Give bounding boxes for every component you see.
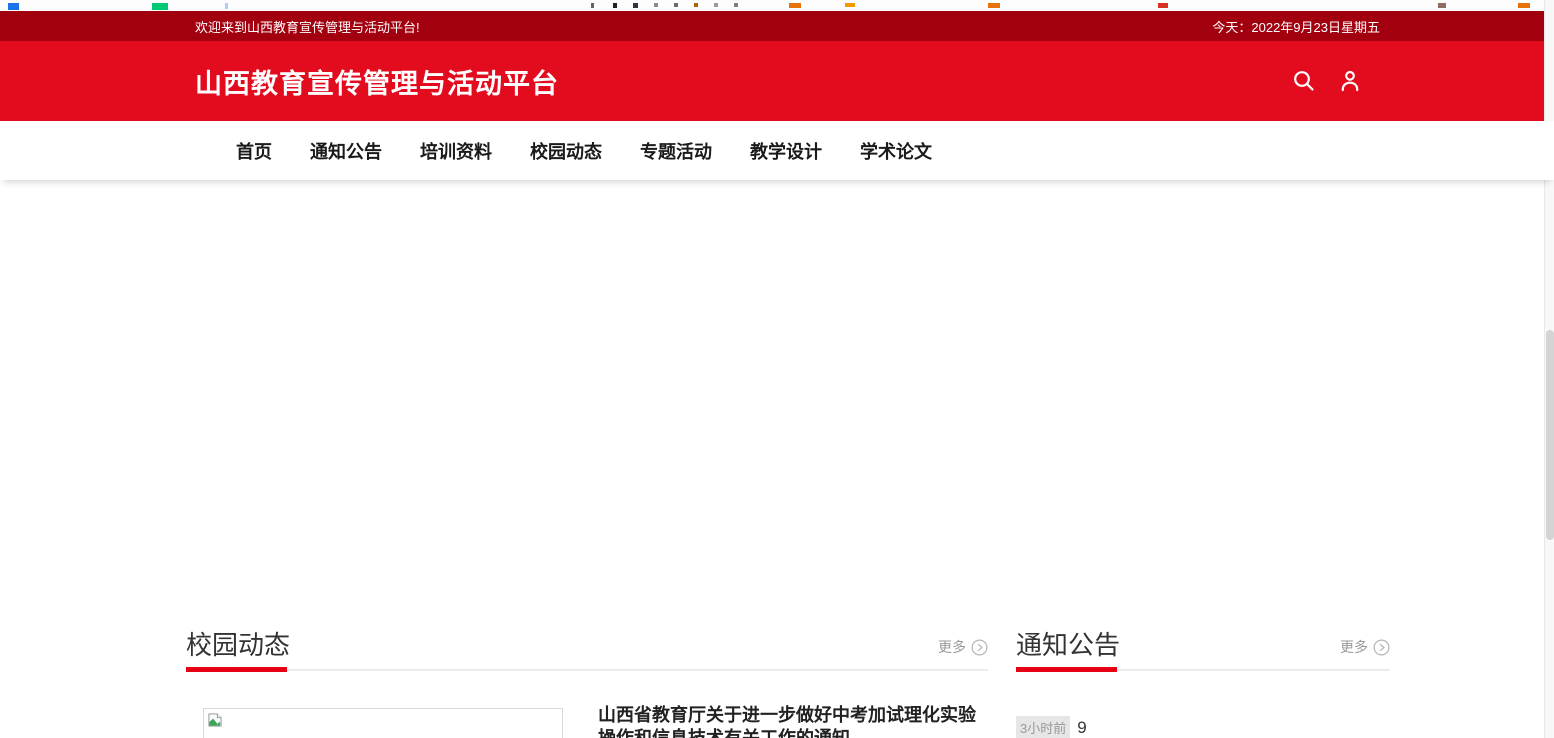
favicon-fragment [8,3,19,10]
site-header: 山西教育宣传管理与活动平台 [0,41,1554,121]
broken-image-icon [208,713,222,727]
favicon-fragment [674,3,678,7]
notices-section: 通知公告 更多 3小时前 9 [1016,628,1390,738]
favicon-fragment [734,3,738,7]
favicon-fragment [845,3,855,7]
site-title[interactable]: 山西教育宣传管理与活动平台 [195,62,559,101]
favicon-fragment [1518,3,1530,8]
nav-item-activities[interactable]: 专题活动 [640,138,712,164]
notice-text[interactable]: 9 [1077,718,1086,738]
date-text: 今天：2022年9月23日星期五 [1212,19,1380,35]
favicon-fragment [225,3,228,9]
campus-section-header: 校园动态 更多 [186,628,988,662]
notices-section-header: 通知公告 更多 [1016,628,1390,662]
favicon-fragment [714,3,718,7]
search-icon[interactable] [1292,69,1316,93]
main-content: 校园动态 更多 山西省教育厅关于进一步做好中考加试理化实验操作和信息技术有关工作… [0,628,1554,738]
favicon-fragment [613,3,617,8]
more-circle-icon [1373,638,1390,656]
favicon-fragment [152,3,168,10]
nav-item-papers[interactable]: 学术论文 [860,138,932,164]
more-circle-icon [971,638,988,656]
notices-section-title: 通知公告 [1016,630,1121,660]
navbar: 首页 通知公告 培训资料 校园动态 专题活动 教学设计 学术论文 [0,121,1554,180]
notice-time-badge: 3小时前 [1016,716,1071,738]
news-list-item[interactable]: 山西省教育厅关于进一步做好中考加试理化实验操作和信息技术有关工作的通知 [186,705,988,738]
header-icons [1292,41,1362,121]
nav-item-campus[interactable]: 校园动态 [530,138,602,164]
favicon-fragment [694,3,698,7]
nav-list: 首页 通知公告 培训资料 校园动态 专题活动 教学设计 学术论文 [0,138,932,164]
favicon-fragment [789,3,801,8]
scrollbar-thumb[interactable] [1546,330,1554,540]
browser-strip [0,0,1554,11]
banner-area [0,180,1554,628]
notice-list-item[interactable]: 3小时前 9 [1016,716,1390,738]
campus-section-underline [186,667,988,672]
news-title[interactable]: 山西省教育厅关于进一步做好中考加试理化实验操作和信息技术有关工作的通知 [598,704,980,738]
favicon-fragment [633,3,638,8]
notices-more-link[interactable]: 更多 [1340,637,1390,662]
favicon-fragment [1438,3,1446,8]
favicon-fragment [1158,3,1168,8]
news-thumbnail-placeholder[interactable] [203,708,563,738]
nav-item-teaching[interactable]: 教学设计 [750,138,822,164]
scrollbar[interactable] [1544,0,1554,738]
user-icon[interactable] [1338,69,1362,93]
campus-more-link[interactable]: 更多 [938,637,988,662]
favicon-fragment [988,3,1000,8]
campus-more-label: 更多 [938,639,966,655]
favicon-fragment [654,3,658,7]
campus-section-title: 校园动态 [186,630,291,660]
nav-item-training[interactable]: 培训资料 [420,138,492,164]
notices-more-label: 更多 [1340,639,1368,655]
nav-item-notices[interactable]: 通知公告 [310,138,382,164]
favicon-fragment [591,3,594,8]
nav-item-home[interactable]: 首页 [236,138,272,164]
welcome-text: 欢迎来到山西教育宣传管理与活动平台! [195,19,420,35]
topbar: 欢迎来到山西教育宣传管理与活动平台! 今天：2022年9月23日星期五 [0,11,1554,41]
campus-news-section: 校园动态 更多 山西省教育厅关于进一步做好中考加试理化实验操作和信息技术有关工作… [186,628,988,738]
notices-section-underline [1016,667,1390,672]
